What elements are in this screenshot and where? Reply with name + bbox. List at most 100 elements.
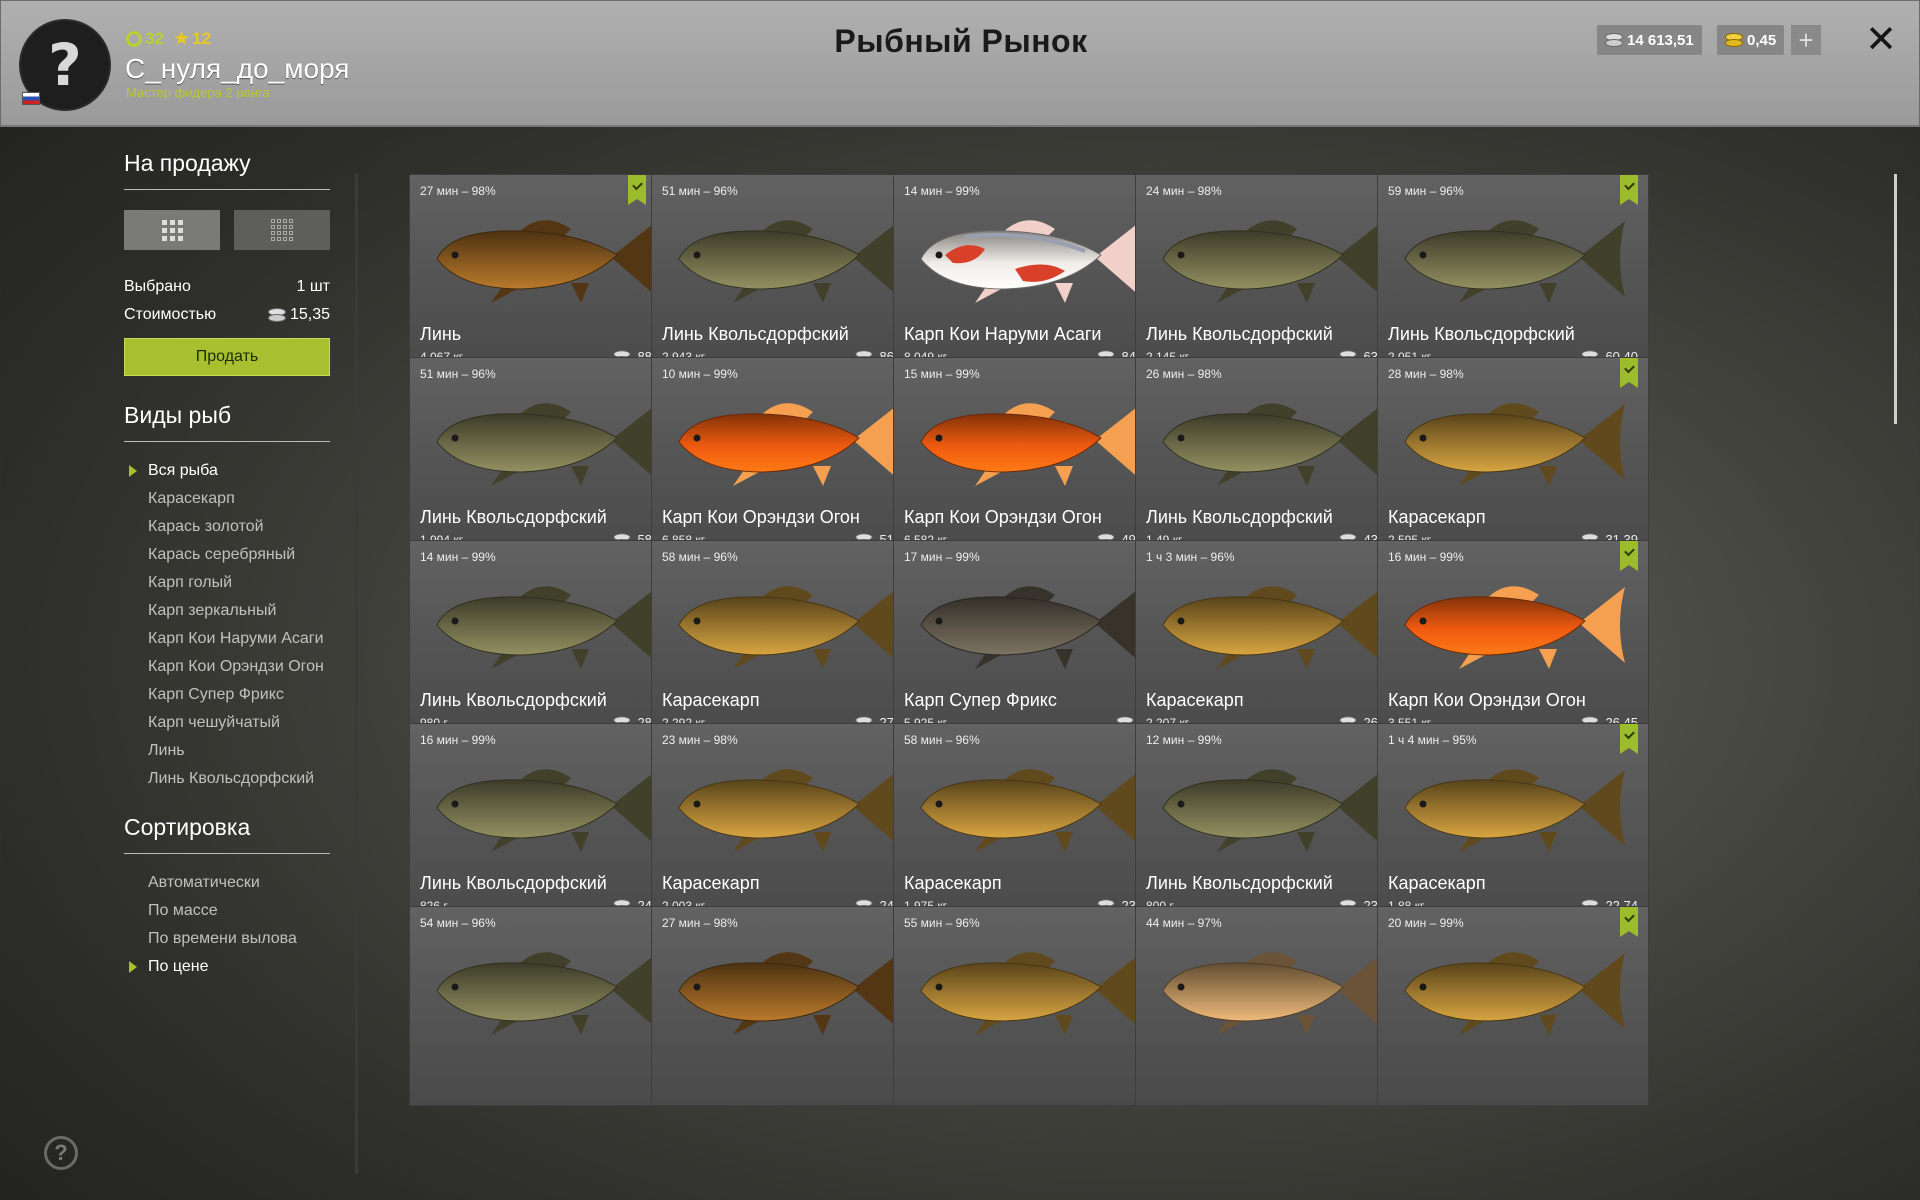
small-grid-view-button[interactable] [234,210,330,250]
species-filter-item[interactable]: Вся рыба [129,462,330,480]
sort-option-item[interactable]: По времени вылова [148,930,330,948]
sale-section-title: На продажу [124,150,330,190]
fish-card[interactable]: 24 мин – 98%Линь Квольсдорфский2,145 кг6… [1135,174,1407,374]
fish-card[interactable]: 27 мин – 98% [651,906,923,1106]
fish-image [1404,403,1625,486]
fish-card[interactable]: 23 мин – 98%Карасекарп2,003 кг24,23 [651,723,923,923]
species-filter-item[interactable]: Карп Кои Наруми Асаги [148,630,330,648]
sell-button[interactable]: Продать [124,338,330,376]
fish-name: Линь Квольсдорфский [420,690,607,710]
large-grid-icon [161,219,183,241]
fish-card[interactable]: 59 мин – 96%Линь Квольсдорфский2,051 кг6… [1377,174,1649,374]
catch-time-freshness: 51 мин – 96% [420,367,496,381]
fish-name: Линь Квольсдорфский [1146,507,1333,527]
fish-image [436,952,657,1035]
species-filter-item[interactable]: Линь [148,742,330,760]
sidebar-divider [355,174,358,1174]
fish-card[interactable]: 1 ч 4 мин – 95%Карасекарп1,88 кг22,74 [1377,723,1649,923]
russia-flag-icon [23,93,39,104]
fish-card[interactable]: 44 мин – 97% [1135,906,1407,1106]
scrollbar[interactable] [1894,174,1897,424]
fish-image [678,952,899,1035]
species-filter-item[interactable]: Карась золотой [148,518,330,536]
species-filter-item[interactable]: Карп зеркальный [148,602,330,620]
fish-card[interactable]: 51 мин – 96%Линь Квольсдорфский1,994 кг5… [409,357,681,557]
catch-time-freshness: 26 мин – 98% [1146,367,1222,381]
species-filter-item[interactable]: Карп Супер Фрикс [148,686,330,704]
species-filter-item[interactable]: Карп чешуйчатый [148,714,330,732]
fish-image [920,220,1141,303]
species-filter-item[interactable]: Линь Квольсдорфский [148,770,330,788]
fish-image [1162,220,1383,303]
player-rank: Мастер фидера 2 ранга [126,85,270,100]
add-gold-button[interactable]: + [1791,25,1821,55]
fish-image [1404,586,1625,669]
catch-time-freshness: 55 мин – 96% [904,916,980,930]
cost-label: Стоимостью [124,306,217,323]
gold-balance: 0,45 [1717,25,1785,55]
species-filter-item[interactable]: Карп Кои Орэндзи Огон [148,658,330,676]
large-grid-view-button[interactable] [124,210,220,250]
view-toggles [124,210,330,250]
fish-image [436,403,657,486]
fish-card[interactable]: 28 мин – 98%Карасекарп2,595 кг31,39 [1377,357,1649,557]
catch-time-freshness: 16 мин – 99% [1388,550,1464,564]
selected-row: Выбрано 1 шт [124,278,330,296]
fish-card[interactable]: 58 мин – 96%Карасекарп2,292 кг27,72 [651,540,923,740]
fish-grid: 27 мин – 98%★Линь4,067 кг88,9951 мин – 9… [409,174,1869,1200]
fish-image [1162,586,1383,669]
gold-value: 0,45 [1747,31,1777,49]
catch-time-freshness: 14 мин – 99% [420,550,496,564]
fish-image [436,586,657,669]
species-filter-list: Вся рыба Карасекарп Карась золотой Карась с… [129,462,330,788]
fish-image [1404,769,1625,852]
species-filter-item[interactable]: Карп голый [148,574,330,592]
catch-time-freshness: 1 ч 3 мин – 96% [1146,550,1235,564]
fish-card[interactable]: 17 мин – 99%Карп Супер Фрикс5,925 кг27 [893,540,1165,740]
fish-name: Карасекарп [904,873,1002,893]
catch-time-freshness: 1 ч 4 мин – 95% [1388,733,1477,747]
sort-option-item[interactable]: Автоматически [148,874,330,892]
catch-time-freshness: 59 мин – 96% [1388,184,1464,198]
fish-card[interactable]: 12 мин – 99%Линь Квольсдорфский800 г23,5… [1135,723,1407,923]
selected-label: Выбрано [124,278,191,295]
catch-time-freshness: 44 мин – 97% [1146,916,1222,930]
fish-card[interactable]: 1 ч 3 мин – 96%Карасекарп2,207 кг26,69 [1135,540,1407,740]
fish-card[interactable]: 51 мин – 96%Линь Квольсдорфский2,943 кг8… [651,174,923,374]
species-filter-item[interactable]: Карась серебряный [148,546,330,564]
sort-option-item[interactable]: По цене [129,958,330,976]
fish-card[interactable]: 20 мин – 99% [1377,906,1649,1106]
fish-card[interactable]: 54 мин – 96% [409,906,681,1106]
silver-value: 14 613,51 [1627,31,1694,49]
catch-time-freshness: 10 мин – 99% [662,367,738,381]
fish-card[interactable]: 27 мин – 98%★Линь4,067 кг88,99 [409,174,681,374]
fish-card[interactable]: 16 мин – 99%Карп Кои Орэндзи Огон3,551 к… [1377,540,1649,740]
fish-image [436,220,657,303]
fish-name: Карасекарп [1388,873,1486,893]
fish-card[interactable]: 14 мин – 99%Карп Кои Наруми Асаги8,049 к… [893,174,1165,374]
fish-name: Линь Квольсдорфский [420,873,607,893]
sort-section-title: Сортировка [124,814,330,854]
fish-image [920,769,1141,852]
fish-image [920,586,1141,669]
fish-card[interactable]: 55 мин – 96% [893,906,1165,1106]
fish-image [1162,769,1383,852]
catch-time-freshness: 58 мин – 96% [662,550,738,564]
close-button[interactable]: ✕ [1863,17,1899,61]
fish-name: Линь Квольсдорфский [1388,324,1575,344]
fish-image [1404,220,1625,303]
cost-amount: 15,35 [267,306,330,324]
help-button[interactable]: ? [44,1136,78,1170]
fish-card[interactable]: 16 мин – 99%Линь Квольсдорфский826 г24,3… [409,723,681,923]
fish-card[interactable]: 15 мин – 99%Карп Кои Орэндзи Огон6,582 к… [893,357,1165,557]
gold-coin-icon [1725,33,1743,47]
sort-option-item[interactable]: По массе [148,902,330,920]
fish-card[interactable]: 14 мин – 99%Линь Квольсдорфский980 г28,8… [409,540,681,740]
fish-name: Линь Квольсдорфский [662,324,849,344]
species-filter-item[interactable]: Карасекарп [148,490,330,508]
fish-card[interactable]: 58 мин – 96%Карасекарп1,975 кг23,89 [893,723,1165,923]
fish-name: Карп Супер Фрикс [904,690,1057,710]
catch-time-freshness: 54 мин – 96% [420,916,496,930]
fish-card[interactable]: 26 мин – 98%Линь Квольсдорфский1,49 кг43… [1135,357,1407,557]
fish-card[interactable]: 10 мин – 99%Карп Кои Орэндзи Огон6,858 к… [651,357,923,557]
